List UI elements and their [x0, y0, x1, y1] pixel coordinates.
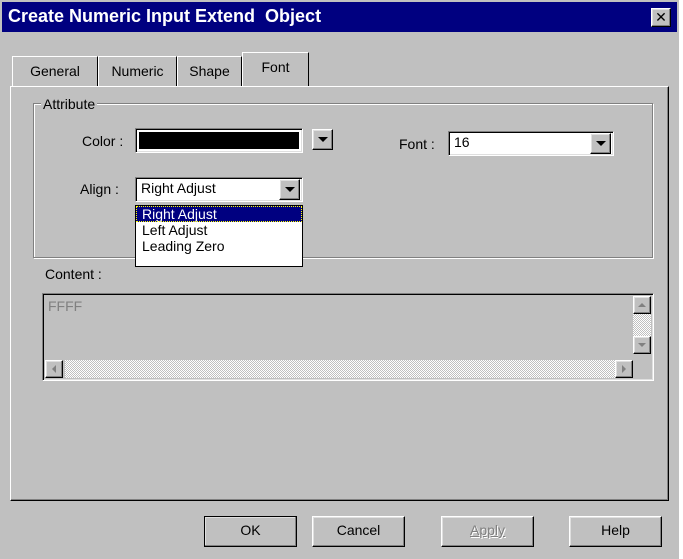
align-label: Align :: [80, 181, 119, 197]
arrow-up-icon: [638, 303, 646, 307]
arrow-right-icon: [622, 365, 626, 373]
align-option-left-adjust[interactable]: Left Adjust: [136, 222, 302, 238]
tab-general[interactable]: General: [12, 56, 98, 86]
scroll-right-button[interactable]: [615, 360, 633, 378]
font-select-value: 16: [454, 134, 470, 150]
ok-button[interactable]: OK: [204, 516, 297, 547]
close-icon: ✕: [655, 9, 667, 26]
chevron-down-icon: [284, 187, 295, 192]
title-bar: Create Numeric Input Extend Object ✕: [2, 2, 677, 32]
scroll-up-button[interactable]: [633, 296, 651, 314]
content-label: Content :: [45, 266, 102, 282]
color-dropdown-button[interactable]: [312, 129, 333, 150]
window-edge: [679, 0, 683, 559]
tab-font[interactable]: Font: [242, 52, 309, 86]
dialog-window: Create Numeric Input Extend Object ✕ Gen…: [0, 0, 679, 559]
align-select-value: Right Adjust: [141, 180, 216, 196]
arrow-down-icon: [638, 343, 646, 347]
align-dropdown-button[interactable]: [279, 179, 300, 200]
color-label: Color :: [82, 133, 124, 149]
chevron-down-icon: [317, 137, 328, 142]
help-button[interactable]: Help: [569, 516, 662, 547]
cancel-button[interactable]: Cancel: [312, 516, 405, 547]
apply-button-label: Apply: [469, 522, 506, 538]
chevron-down-icon: [595, 141, 606, 146]
align-dropdown-list: Right Adjust Left Adjust Leading Zero: [135, 205, 303, 267]
attribute-group-label: Attribute: [41, 96, 98, 112]
scroll-left-button[interactable]: [45, 360, 63, 378]
align-option-right-adjust[interactable]: Right Adjust: [136, 206, 302, 222]
vertical-scrollbar-track[interactable]: [633, 314, 651, 336]
font-dropdown-button[interactable]: [590, 133, 611, 154]
tab-shape[interactable]: Shape: [177, 56, 242, 86]
align-option-leading-zero[interactable]: Leading Zero: [136, 238, 302, 254]
content-textarea[interactable]: FFFF: [42, 293, 654, 381]
content-text: FFFF: [48, 298, 83, 314]
horizontal-scrollbar-track[interactable]: [65, 360, 615, 378]
arrow-left-icon: [52, 365, 56, 373]
apply-button[interactable]: Apply: [441, 516, 534, 547]
scroll-down-button[interactable]: [633, 336, 651, 354]
font-label: Font :: [399, 136, 435, 152]
align-select[interactable]: Right Adjust: [135, 177, 303, 202]
window-title: Create Numeric Input Extend Object: [8, 6, 322, 26]
color-swatch[interactable]: [135, 128, 303, 153]
color-fill: [139, 132, 299, 149]
attribute-groupbox: [33, 103, 653, 258]
tab-numeric[interactable]: Numeric: [98, 56, 177, 86]
close-button[interactable]: ✕: [651, 8, 671, 27]
